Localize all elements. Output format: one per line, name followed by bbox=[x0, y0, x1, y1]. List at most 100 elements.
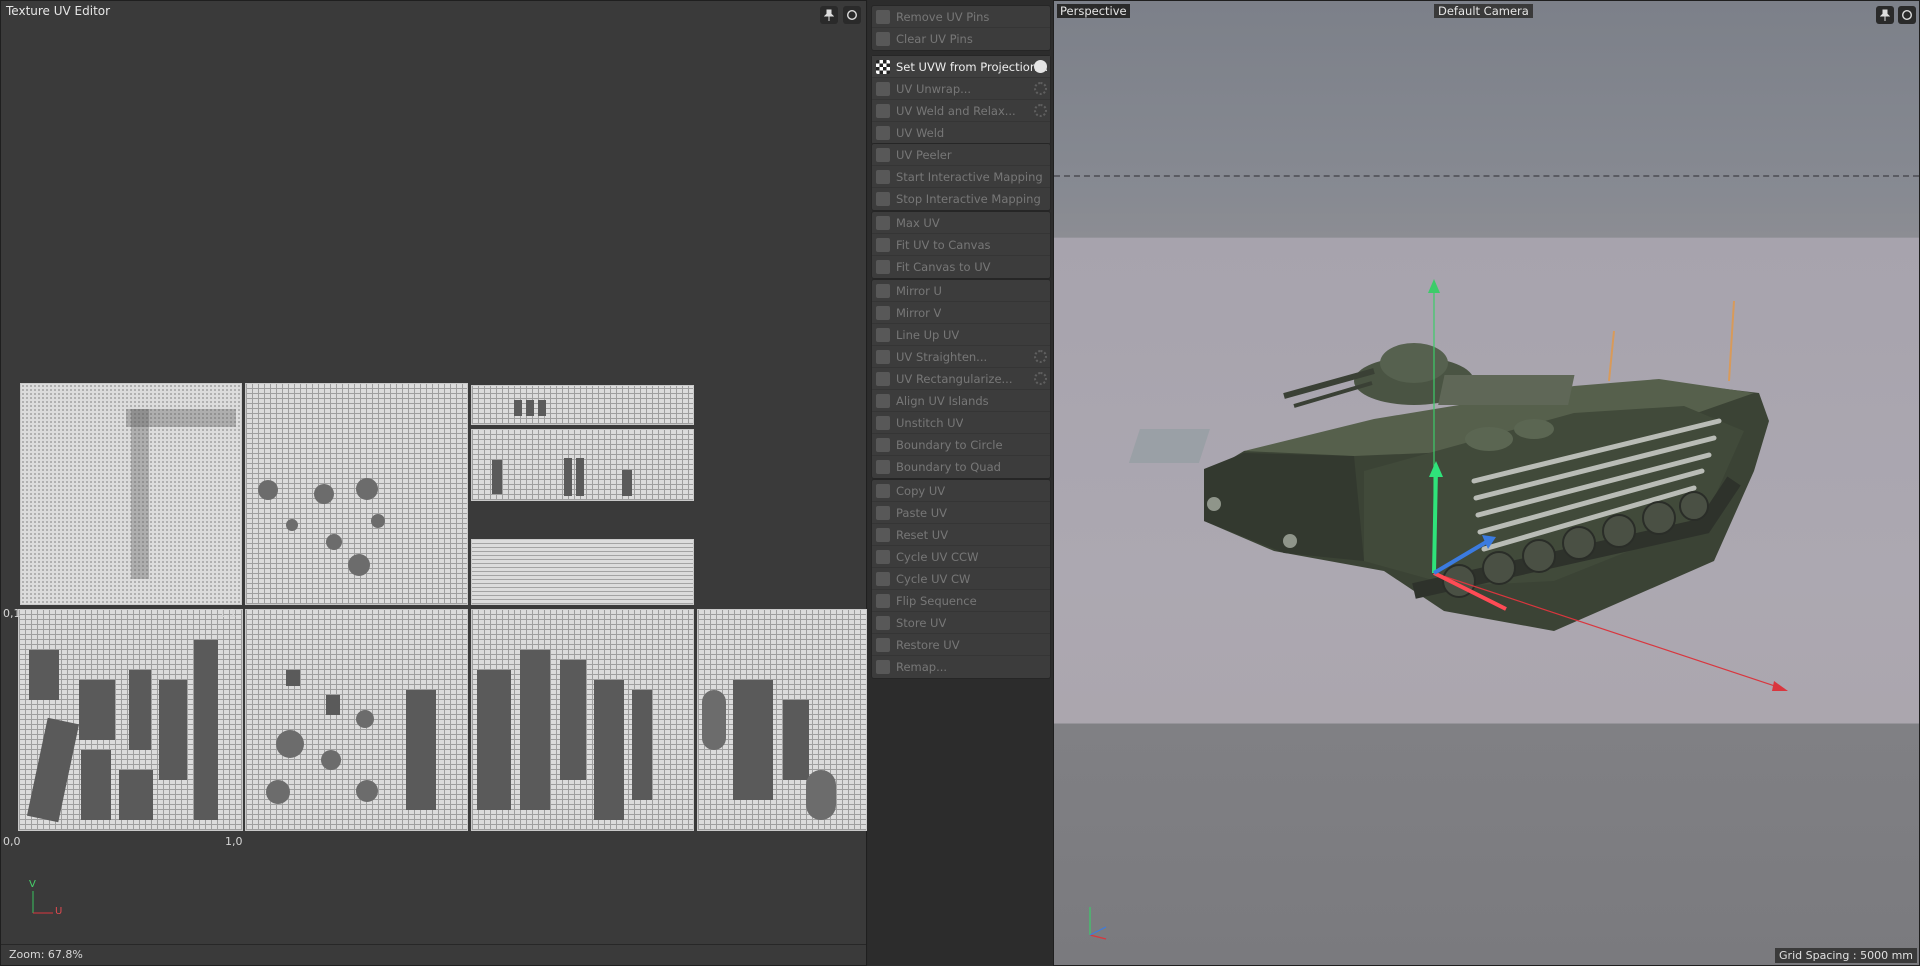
gear-icon[interactable] bbox=[1034, 104, 1047, 117]
gear-icon[interactable] bbox=[1034, 82, 1047, 95]
command-label: Remap... bbox=[896, 660, 948, 674]
command-boundary-to-quad[interactable]: Boundary to Quad bbox=[872, 456, 1050, 478]
command-label: UV Unwrap... bbox=[896, 81, 972, 96]
cycle-ccw-icon bbox=[876, 549, 890, 564]
command-label: Paste UV bbox=[896, 505, 947, 520]
command-clear-uv-pins[interactable]: Clear UV Pins bbox=[872, 28, 1050, 50]
straighten-icon bbox=[876, 349, 890, 364]
remap-icon bbox=[876, 660, 890, 674]
command-align-uv-islands[interactable]: Align UV Islands bbox=[872, 390, 1050, 412]
rectangularize-icon bbox=[876, 371, 890, 386]
command-uv-straighten[interactable]: UV Straighten... bbox=[872, 346, 1050, 368]
reset-icon bbox=[876, 527, 890, 542]
store-icon bbox=[876, 615, 890, 630]
command-cycle-uv-cw[interactable]: Cycle UV CW bbox=[872, 568, 1050, 590]
uv-axis-label-v: 0,1 bbox=[3, 607, 21, 620]
command-line-up-uv[interactable]: Line Up UV bbox=[872, 324, 1050, 346]
command-uv-rectangularize[interactable]: UV Rectangularize... bbox=[872, 368, 1050, 390]
command-group: Remove UV Pins Clear UV Pins bbox=[871, 5, 1051, 51]
perspective-viewport[interactable]: Perspective Default Camera Grid Spacing … bbox=[1053, 0, 1920, 966]
command-unstitch-uv[interactable]: Unstitch UV bbox=[872, 412, 1050, 434]
command-label: Stop Interactive Mapping bbox=[896, 192, 1041, 206]
cycle-cw-icon bbox=[876, 571, 890, 586]
command-label: Store UV bbox=[896, 615, 947, 630]
zoom-readout: Zoom: 67.8% bbox=[9, 948, 83, 961]
command-label: Flip Sequence bbox=[896, 593, 977, 608]
command-flip-sequence[interactable]: Flip Sequence bbox=[872, 590, 1050, 612]
checker-icon bbox=[876, 59, 890, 74]
command-start-interactive-mapping[interactable]: Start Interactive Mapping bbox=[872, 166, 1050, 188]
command-uv-weld[interactable]: UV Weld bbox=[872, 122, 1050, 144]
grid-spacing-readout: Grid Spacing : 5000 mm bbox=[1775, 948, 1917, 963]
paste-icon bbox=[876, 505, 890, 520]
command-stop-interactive-mapping[interactable]: Stop Interactive Mapping bbox=[872, 188, 1050, 210]
uv-axis-label-u: 1,0 bbox=[225, 835, 243, 848]
uv-island-tile bbox=[20, 383, 242, 605]
command-label: Copy UV bbox=[896, 483, 946, 498]
command-group: Copy UV Paste UV Reset UV Cycle UV CCW Cycle… bbox=[871, 479, 1051, 679]
uv-island-tile bbox=[471, 429, 694, 501]
command-remap[interactable]: Remap... bbox=[872, 656, 1050, 678]
line-up-icon bbox=[876, 327, 890, 342]
command-remove-uv-pins[interactable]: Remove UV Pins bbox=[872, 6, 1050, 28]
command-reset-uv[interactable]: Reset UV bbox=[872, 524, 1050, 546]
stop-mapping-icon bbox=[876, 192, 890, 206]
command-uv-peeler[interactable]: UV Peeler bbox=[872, 144, 1050, 166]
command-boundary-to-circle[interactable]: Boundary to Circle bbox=[872, 434, 1050, 456]
world-axis-gizmo bbox=[1084, 901, 1114, 941]
command-label: Max UV bbox=[896, 215, 940, 230]
command-label: UV Straighten... bbox=[896, 349, 988, 364]
command-label: Mirror V bbox=[896, 305, 942, 320]
command-label: Reset UV bbox=[896, 527, 949, 542]
command-fit-uv-to-canvas[interactable]: Fit UV to Canvas bbox=[872, 234, 1050, 256]
gear-icon[interactable] bbox=[1034, 372, 1047, 385]
uv-gizmo-v-label: V bbox=[29, 879, 36, 890]
vehicle-model[interactable] bbox=[1054, 1, 1920, 966]
command-set-uvw-from-projection[interactable]: Set UVW from Projection... bbox=[872, 56, 1050, 78]
unstitch-icon bbox=[876, 415, 890, 430]
gear-icon[interactable] bbox=[1034, 350, 1047, 363]
command-mirror-v[interactable]: Mirror V bbox=[872, 302, 1050, 324]
refresh-icon[interactable] bbox=[843, 6, 861, 24]
command-max-uv[interactable]: Max UV bbox=[872, 212, 1050, 234]
uv-island-tile bbox=[471, 609, 694, 831]
uv-island-tile bbox=[245, 383, 468, 605]
command-label: Fit UV to Canvas bbox=[896, 237, 991, 252]
uv-axis-gizmo: V U bbox=[29, 879, 69, 917]
command-uv-weld-and-relax[interactable]: UV Weld and Relax... bbox=[872, 100, 1050, 122]
peeler-icon bbox=[876, 147, 890, 162]
flip-icon bbox=[876, 593, 890, 608]
remove-pins-icon bbox=[876, 9, 890, 24]
gear-icon[interactable] bbox=[1034, 60, 1047, 73]
uv-command-palette: Remove UV Pins Clear UV Pins Set UVW from … bbox=[868, 0, 1054, 966]
uv-canvas[interactable]: 0,1 1,1 0,0 1,0 V U bbox=[1, 25, 867, 943]
command-copy-uv[interactable]: Copy UV bbox=[872, 480, 1050, 502]
uv-island-tile bbox=[697, 609, 867, 831]
command-label: UV Peeler bbox=[896, 147, 952, 162]
command-uv-unwrap[interactable]: UV Unwrap... bbox=[872, 78, 1050, 100]
align-islands-icon bbox=[876, 393, 890, 408]
weld-relax-icon bbox=[876, 103, 890, 118]
command-label: Restore UV bbox=[896, 637, 960, 652]
command-restore-uv[interactable]: Restore UV bbox=[872, 634, 1050, 656]
command-label: Fit Canvas to UV bbox=[896, 260, 991, 274]
command-cycle-uv-ccw[interactable]: Cycle UV CCW bbox=[872, 546, 1050, 568]
pin-icon[interactable] bbox=[820, 6, 838, 24]
command-store-uv[interactable]: Store UV bbox=[872, 612, 1050, 634]
command-paste-uv[interactable]: Paste UV bbox=[872, 502, 1050, 524]
texture-uv-editor-panel[interactable]: Texture UV Editor 0,1 1,1 0,0 1,0 V U Zo… bbox=[0, 0, 867, 966]
command-label: Set UVW from Projection... bbox=[896, 59, 1049, 74]
command-label: Cycle UV CCW bbox=[896, 549, 979, 564]
uv-editor-title: Texture UV Editor bbox=[6, 4, 111, 18]
command-fit-canvas-to-uv[interactable]: Fit Canvas to UV bbox=[872, 256, 1050, 278]
command-label: Align UV Islands bbox=[896, 393, 989, 408]
command-label: Boundary to Quad bbox=[896, 460, 1001, 474]
command-label: Mirror U bbox=[896, 283, 942, 298]
boundary-quad-icon bbox=[876, 460, 890, 474]
mirror-u-icon bbox=[876, 283, 890, 298]
uv-island-tile bbox=[18, 609, 243, 831]
uv-island-tile bbox=[471, 539, 694, 605]
command-label: Start Interactive Mapping bbox=[896, 169, 1043, 184]
command-mirror-u[interactable]: Mirror U bbox=[872, 280, 1050, 302]
status-bar: Zoom: 67.8% bbox=[1, 944, 866, 965]
